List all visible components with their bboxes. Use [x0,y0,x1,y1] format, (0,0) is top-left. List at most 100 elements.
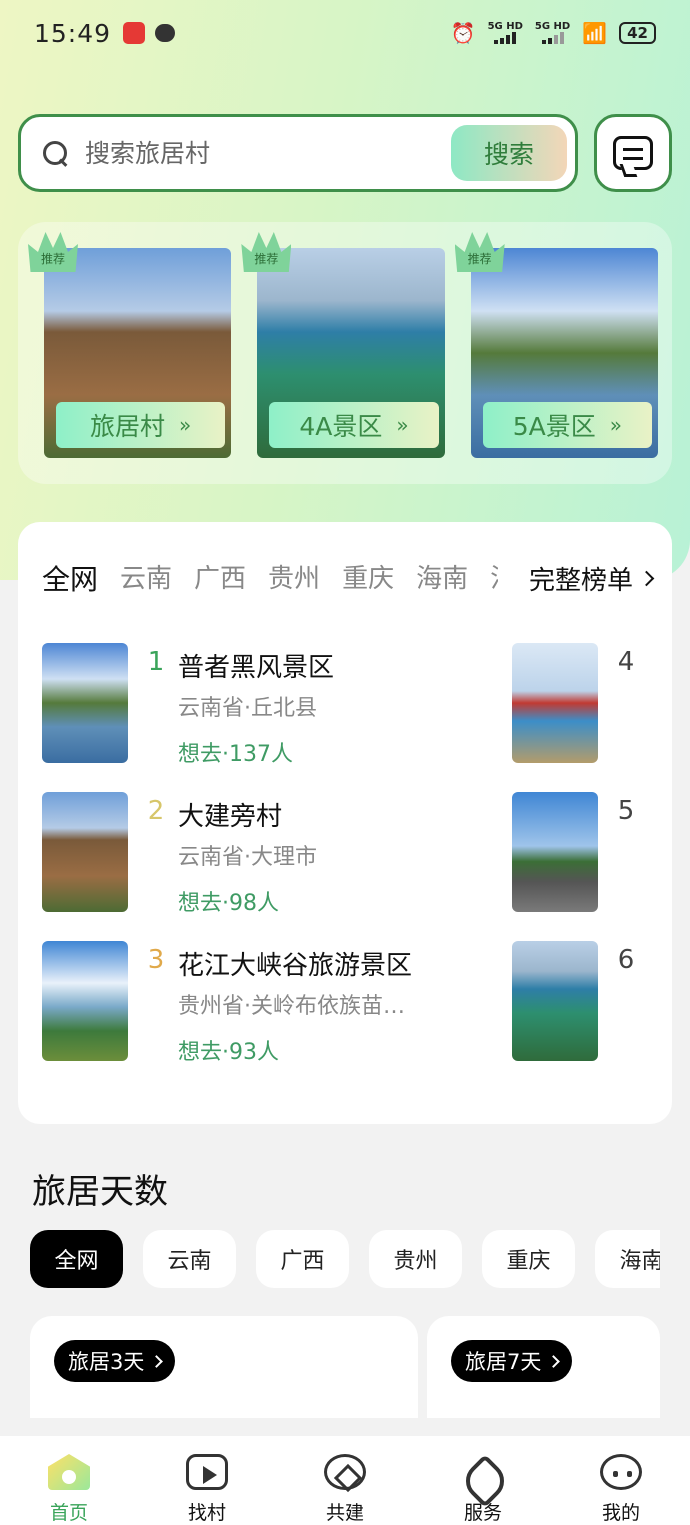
nav-mine[interactable]: 我的 [576,1454,666,1525]
nav-label: 我的 [601,1502,640,1524]
signal-bars-icon [541,32,564,44]
ranking-thumbnail [512,941,598,1061]
nav-co-build[interactable]: 共建 [300,1454,390,1525]
search-button[interactable]: 搜索 [451,125,567,181]
trip-days-card[interactable]: 旅居7天 [427,1316,660,1418]
ranking-tab[interactable]: 江 [490,558,498,598]
ranking-location: 贵州省·关岭布依族苗… [178,994,405,1019]
status-bar: 15:49 ⏰ 5G HD 5G HD 📶 42 [0,0,690,66]
ranking-info: 普者黑风景区 云南省·丘北县 想去·137人 [178,643,334,767]
recommend-card-4a[interactable]: 推荐 4A景区 » [241,232,445,458]
ranking-location: 云南省·丘北县 [178,696,317,721]
recommend-card-village[interactable]: 推荐 旅居村 » [28,232,232,458]
ranking-tabs: 全网 云南 广西 贵州 重庆 海南 江 完整榜单 [42,558,655,598]
trip-days-pill[interactable]: 旅居3天 [54,1340,176,1382]
days-tab[interactable]: 贵州 [369,1230,462,1288]
recommend-card-label[interactable]: 5A景区 » [482,402,652,448]
ranking-name: 大建旁村 [178,802,283,832]
search-row: 搜索 [18,114,672,192]
ranking-thumbnail [42,941,128,1061]
rank-number: 1 [147,647,165,677]
service-icon [462,1454,504,1490]
trip-days-card[interactable]: 旅居3天 [30,1316,418,1418]
signal-1: 5G HD [488,22,523,44]
double-chevron-icon: » [179,413,192,437]
ranking-info: 大建旁村 云南省·大理市 想去·98人 [178,792,317,916]
search-bar[interactable]: 搜索 [18,114,578,192]
signal-bars-icon [494,32,517,44]
alarm-icon: ⏰ [450,21,476,45]
mine-icon [600,1454,642,1490]
ranking-item[interactable]: 5 [512,792,642,912]
days-section-title: 旅居天数 [32,1172,168,1212]
home-icon [48,1454,90,1490]
ranking-want-count: 想去·98人 [178,891,279,916]
status-time: 15:49 [34,18,112,48]
rank-number: 6 [617,945,635,975]
recommend-badge: 推荐 [241,232,292,272]
ranking-item[interactable]: 4 [512,643,642,763]
ranking-thumbnail [42,643,128,763]
ranking-item[interactable]: 6 [512,941,642,1061]
signal-2: 5G HD [535,22,570,44]
nav-service[interactable]: 服务 [438,1454,528,1525]
battery-level: 42 [627,24,648,42]
notification-app-icon [123,22,146,44]
message-button[interactable] [594,114,672,192]
recommend-card-label-text: 旅居村 [90,412,166,441]
days-tab[interactable]: 海南 [595,1230,660,1288]
trip-days-label: 旅居3天 [68,1350,145,1374]
ranking-tab[interactable]: 海南 [416,558,468,598]
double-chevron-icon: » [609,413,622,437]
chat-notification-icon [155,24,176,42]
search-icon [41,139,69,167]
full-list-link[interactable]: 完整榜单 [518,559,655,597]
chevron-right-icon [638,570,655,586]
ranking-tab[interactable]: 全网 [42,558,98,598]
recommend-card-label[interactable]: 旅居村 » [56,402,226,448]
nav-label: 共建 [325,1502,364,1524]
nav-label: 首页 [49,1502,88,1524]
ranking-tab[interactable]: 广西 [194,558,246,598]
ranking-tab-strip: 全网 云南 广西 贵州 重庆 海南 江 [42,558,498,598]
rank-number: 5 [617,796,635,826]
days-tab[interactable]: 重庆 [482,1230,575,1288]
ranking-item[interactable]: 2 大建旁村 云南省·大理市 想去·98人 [42,792,317,916]
nav-find-village[interactable]: 找村 [162,1454,252,1525]
ranking-tab[interactable]: 贵州 [268,558,320,598]
days-tab[interactable]: 云南 [143,1230,236,1288]
days-tab[interactable]: 广西 [256,1230,349,1288]
ranking-want-count: 想去·93人 [178,1040,279,1065]
ranking-item[interactable]: 1 普者黑风景区 云南省·丘北县 想去·137人 [42,643,334,767]
signal-1-label: 5G HD [487,21,523,32]
ranking-location: 云南省·大理市 [178,845,317,870]
battery-icon: 42 [619,22,656,44]
message-icon [613,136,653,170]
video-icon [186,1454,228,1490]
ranking-thumbnail [42,792,128,912]
recommend-card-5a[interactable]: 推荐 5A景区 » [454,232,658,458]
ranking-tab[interactable]: 重庆 [342,558,394,598]
ranking-want-count: 想去·137人 [178,742,293,767]
ranking-info: 花江大峡谷旅游景区 贵州省·关岭布依族苗… 想去·93人 [178,941,413,1065]
chevron-right-icon [547,1354,561,1368]
ranking-name: 花江大峡谷旅游景区 [178,951,413,981]
days-tab[interactable]: 全网 [30,1230,123,1288]
recommend-card-label-text: 5A景区 [512,412,596,441]
full-list-label: 完整榜单 [528,565,633,596]
rank-number: 3 [147,945,165,975]
trip-days-label: 旅居7天 [465,1350,542,1374]
trip-days-pill[interactable]: 旅居7天 [451,1340,573,1382]
ranking-thumbnail [512,643,598,763]
signal-2-label: 5G HD [534,21,571,32]
nav-home[interactable]: 首页 [24,1454,114,1525]
recommend-card-label-text: 4A景区 [299,412,383,441]
ranking-tab[interactable]: 云南 [120,558,172,598]
recommend-card-label[interactable]: 4A景区 » [269,402,439,448]
recommend-panel: 推荐 旅居村 » 推荐 4A景区 » 推荐 5A景区 » [18,222,672,484]
status-right: ⏰ 5G HD 5G HD 📶 42 [451,21,656,45]
search-input[interactable] [85,138,451,168]
ranking-card: 全网 云南 广西 贵州 重庆 海南 江 完整榜单 1 普者黑风景区 云南省·丘北… [18,522,672,1124]
ranking-item[interactable]: 3 花江大峡谷旅游景区 贵州省·关岭布依族苗… 想去·93人 [42,941,413,1065]
nav-label: 找村 [187,1502,226,1524]
